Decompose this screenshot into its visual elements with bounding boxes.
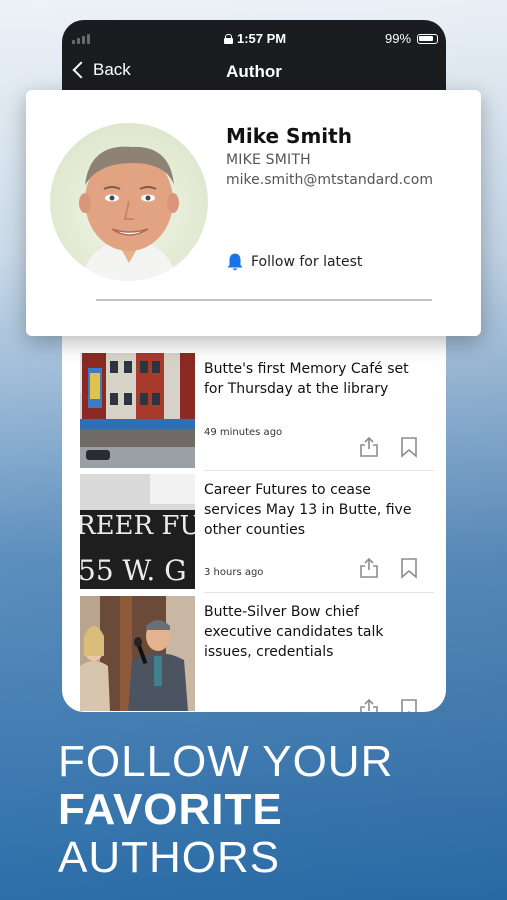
share-icon[interactable] [358, 436, 380, 458]
list-item[interactable]: Butte's first Memory Café set for Thursd… [80, 353, 434, 473]
promo-tagline: FOLLOW YOUR FAVORITE AUTHORS [58, 738, 393, 882]
sign-text-1: REER FU [80, 511, 195, 541]
article-thumbnail: REER FU 55 W. G [80, 474, 195, 589]
list-item[interactable]: REER FU 55 W. G Career Futures to cease … [80, 474, 434, 594]
bookmark-icon[interactable] [399, 436, 419, 458]
battery-percent: 99% [385, 31, 412, 46]
app-header: 1:57 PM 99% Author Back [62, 20, 446, 100]
author-name: Mike Smith [226, 124, 352, 148]
card-divider [96, 299, 432, 301]
sign-text-2: 55 W. G [80, 554, 187, 587]
status-bar: 1:57 PM 99% [62, 28, 446, 50]
battery-icon [417, 34, 438, 44]
author-avatar [50, 123, 208, 281]
list-item[interactable]: Butte-Silver Bow chief executive candida… [80, 596, 434, 712]
back-label: Back [93, 60, 131, 79]
signal-icon [72, 34, 90, 44]
tagline-line-3: AUTHORS [58, 833, 281, 882]
follow-label: Follow for latest [251, 254, 363, 270]
follow-button[interactable]: Follow for latest [226, 252, 362, 272]
article-time: 49 minutes ago [204, 427, 283, 438]
row-divider [204, 470, 434, 471]
article-headline[interactable]: Career Futures to cease services May 13 … [204, 480, 429, 540]
time-label: 1:57 PM [237, 31, 287, 46]
share-icon[interactable] [358, 698, 380, 712]
tagline-line-2: FAVORITE [58, 785, 283, 834]
status-time: 1:57 PM [224, 31, 286, 46]
article-thumbnail [80, 353, 195, 468]
back-chevron-icon [72, 61, 90, 79]
bell-icon [227, 253, 243, 271]
lock-icon [224, 33, 233, 44]
author-name-caps: MIKE SMITH [226, 152, 311, 168]
tagline-line-1: FOLLOW YOUR [58, 737, 394, 786]
bookmark-icon[interactable] [399, 698, 419, 712]
article-time: 3 hours ago [204, 567, 264, 578]
article-headline[interactable]: Butte-Silver Bow chief executive candida… [204, 602, 429, 662]
author-email[interactable]: mike.smith@mtstandard.com [226, 172, 433, 188]
bookmark-icon[interactable] [399, 557, 419, 579]
share-icon[interactable] [358, 557, 380, 579]
back-button[interactable]: Back [70, 60, 131, 80]
article-thumbnail [80, 596, 195, 711]
navigation-bar: Author Back [62, 58, 446, 88]
article-headline[interactable]: Butte's first Memory Café set for Thursd… [204, 359, 429, 399]
row-divider [204, 592, 434, 593]
author-card: Mike Smith MIKE SMITH mike.smith@mtstand… [26, 90, 481, 336]
